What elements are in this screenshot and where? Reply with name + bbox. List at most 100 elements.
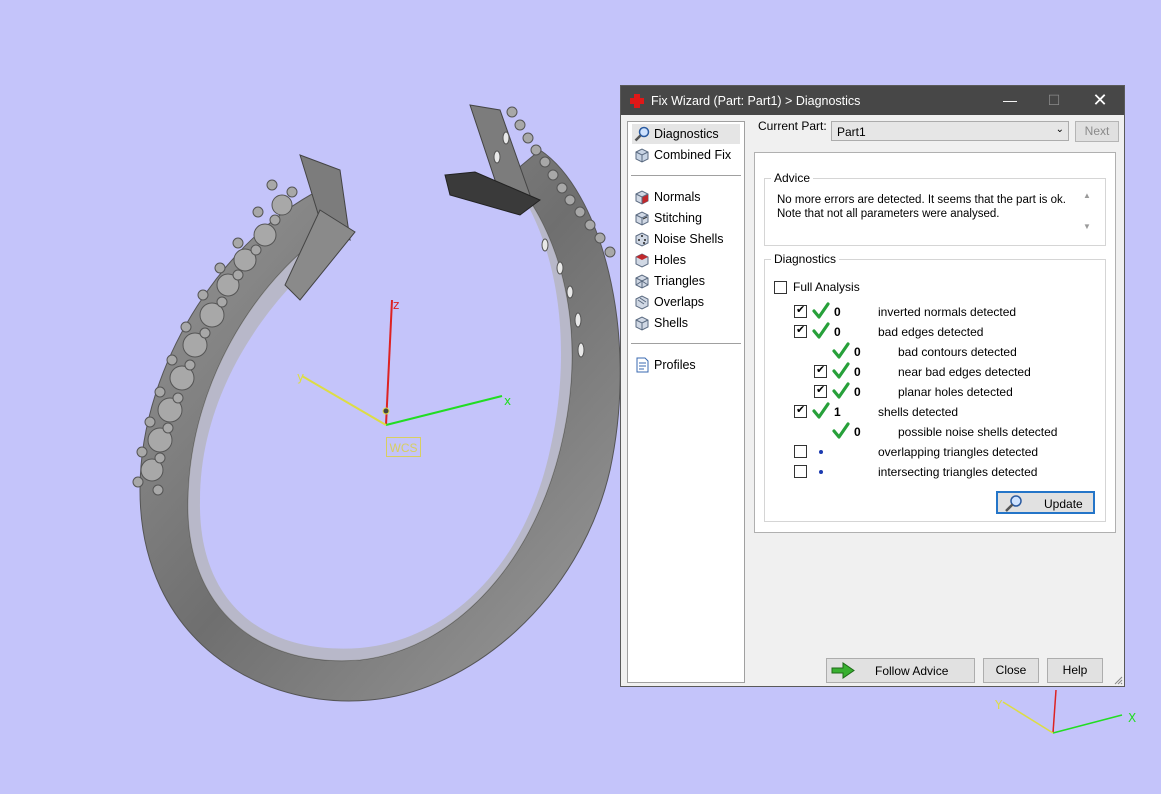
- diagnostic-label: bad edges detected: [878, 325, 984, 339]
- diagnostic-row: ✔ 0 inverted normals detected: [765, 302, 1105, 322]
- wizard-sidebar: Diagnostics Combined Fix Normals Stitchi…: [627, 121, 745, 683]
- diagnostic-row: ✔ 0 planar holes detected: [765, 382, 1105, 402]
- advice-line: No more errors are detected. It seems th…: [777, 194, 1066, 206]
- checkmark-icon: ✔: [796, 304, 806, 316]
- sidebar-item-label: Profiles: [654, 358, 696, 372]
- diagnostic-row: ✔ 0 near bad edges detected: [765, 362, 1105, 382]
- red-cross-icon: [630, 94, 644, 108]
- chevron-down-icon: ⌄: [1055, 124, 1064, 135]
- diagnostic-label: bad contours detected: [898, 345, 1017, 359]
- diagnostic-checkbox[interactable]: [794, 465, 807, 478]
- diagnostic-row: overlapping triangles detected: [765, 442, 1105, 462]
- close-window-button[interactable]: ✕: [1078, 86, 1122, 115]
- diagnostics-title: Diagnostics: [771, 252, 840, 266]
- z-axis-label: z: [393, 298, 400, 312]
- green-check-icon: [812, 322, 830, 339]
- diagnostic-checkbox[interactable]: [794, 445, 807, 458]
- shells-cube-icon: [635, 316, 649, 331]
- sidebar-item-shells[interactable]: Shells: [632, 313, 740, 333]
- green-check-icon: [832, 362, 850, 379]
- resize-grip-icon[interactable]: [1113, 675, 1123, 685]
- noise-cube-icon: [635, 232, 649, 247]
- diagnostic-label: possible noise shells detected: [898, 425, 1058, 439]
- sidebar-item-combined-fix[interactable]: Combined Fix: [632, 145, 740, 165]
- stitching-cube-icon: [635, 211, 649, 226]
- sidebar-item-label: Normals: [654, 190, 701, 204]
- fix-wizard-dialog: Fix Wizard (Part: Part1) > Diagnostics —…: [620, 85, 1125, 687]
- holes-cube-icon: [635, 253, 649, 268]
- corner-y-label: Y: [995, 698, 1003, 712]
- sidebar-item-label: Combined Fix: [654, 148, 732, 162]
- sidebar-item-overlaps[interactable]: Overlaps: [632, 292, 740, 312]
- pending-dot-icon: [819, 470, 823, 474]
- minimize-button[interactable]: —: [988, 86, 1032, 115]
- diagnostic-label: inverted normals detected: [878, 305, 1017, 319]
- update-button[interactable]: Update: [996, 491, 1095, 514]
- diagnostic-checkbox[interactable]: ✔: [794, 404, 807, 418]
- green-arrow-icon: [831, 662, 855, 679]
- diagnostic-count: 1: [834, 405, 841, 419]
- sidebar-item-normals[interactable]: Normals: [632, 187, 740, 207]
- maximize-button[interactable]: ☐: [1032, 86, 1076, 115]
- x-axis-label: x: [504, 394, 512, 408]
- green-check-icon: [832, 382, 850, 399]
- diagnostic-checkbox[interactable]: ✔: [814, 364, 827, 378]
- diagnostic-checkbox[interactable]: ✔: [794, 304, 807, 318]
- diagnostics-group: Diagnostics Full Analysis ✔ 0 inverted nor…: [764, 252, 1106, 522]
- diagnostic-checkbox[interactable]: ✔: [814, 384, 827, 398]
- scroll-down-icon[interactable]: ▼: [1079, 222, 1095, 231]
- diagnostic-checkbox[interactable]: ✔: [794, 324, 807, 338]
- profile-document-icon: [636, 357, 649, 373]
- sidebar-item-noise-shells[interactable]: Noise Shells: [632, 229, 740, 249]
- help-button[interactable]: Help: [1047, 658, 1103, 683]
- sidebar-item-stitching[interactable]: Stitching: [632, 208, 740, 228]
- diagnostic-label: overlapping triangles detected: [878, 445, 1039, 459]
- diagnostic-label: intersecting triangles detected: [878, 465, 1038, 479]
- dialog-title: Fix Wizard (Part: Part1) > Diagnostics: [651, 94, 861, 108]
- sidebar-divider: [631, 175, 741, 176]
- full-analysis-checkbox[interactable]: [774, 281, 787, 294]
- follow-advice-button[interactable]: Follow Advice: [826, 658, 975, 683]
- current-part-select[interactable]: Part1 ⌄: [831, 121, 1069, 141]
- green-check-icon: [812, 402, 830, 419]
- advice-group: Advice No more errors are detected. It s…: [764, 171, 1106, 246]
- advice-text: No more errors are detected. It seems th…: [777, 193, 1072, 221]
- diagnostics-panel: Advice No more errors are detected. It s…: [754, 152, 1116, 533]
- follow-advice-label: Follow Advice: [875, 664, 949, 678]
- close-button[interactable]: Close: [983, 658, 1039, 683]
- next-button[interactable]: Next: [1075, 121, 1119, 142]
- magnifier-icon: [1005, 495, 1022, 512]
- diagnostic-row: ✔ 0 bad edges detected: [765, 322, 1105, 342]
- advice-scrollbar[interactable]: ▲ ▼: [1079, 191, 1095, 237]
- sidebar-item-diagnostics[interactable]: Diagnostics: [632, 124, 740, 144]
- advice-title: Advice: [771, 171, 814, 185]
- corner-x-label: X: [1128, 711, 1137, 725]
- checkmark-icon: ✔: [796, 324, 806, 336]
- diagnostic-count: 0: [834, 305, 841, 319]
- normals-cube-icon: [635, 190, 649, 205]
- dialog-titlebar[interactable]: Fix Wizard (Part: Part1) > Diagnostics —…: [621, 86, 1124, 115]
- diagnostic-count: 0: [854, 345, 861, 359]
- diagnostic-count: 0: [834, 325, 841, 339]
- sidebar-item-label: Shells: [654, 316, 689, 330]
- sidebar-item-label: Stitching: [654, 211, 702, 225]
- full-analysis-label: Full Analysis: [793, 280, 860, 294]
- corner-axes: [1002, 689, 1123, 734]
- diagnostic-label: near bad edges detected: [898, 365, 1031, 379]
- sidebar-item-label: Holes: [654, 253, 686, 267]
- sidebar-item-label: Overlaps: [654, 295, 705, 309]
- checkmark-icon: ✔: [816, 384, 826, 396]
- sidebar-divider: [631, 343, 741, 344]
- cube-icon: [635, 148, 649, 163]
- sidebar-item-holes[interactable]: Holes: [632, 250, 740, 270]
- diagnostic-label: planar holes detected: [898, 385, 1013, 399]
- sidebar-item-triangles[interactable]: Triangles: [632, 271, 740, 291]
- update-label: Update: [1044, 497, 1083, 511]
- diagnostic-count: 0: [854, 365, 861, 379]
- sidebar-item-profiles[interactable]: Profiles: [632, 355, 740, 375]
- diagnostic-count: 0: [854, 425, 861, 439]
- diagnostic-row: 0 possible noise shells detected: [765, 422, 1105, 442]
- y-axis-label: y: [297, 370, 305, 384]
- scroll-up-icon[interactable]: ▲: [1079, 191, 1095, 200]
- green-check-icon: [832, 422, 850, 439]
